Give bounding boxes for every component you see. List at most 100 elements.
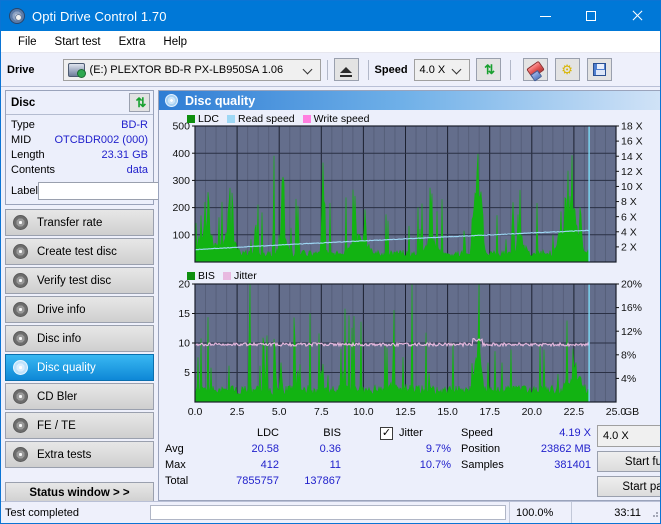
sidebar-item-extra-tests[interactable]: Extra tests <box>5 441 154 468</box>
minimize-button[interactable] <box>522 1 568 31</box>
app-disc-icon <box>9 8 25 24</box>
sidebar-item-label: Verify test disc <box>37 274 112 287</box>
title-bar: Opti Drive Control 1.70 <box>1 1 660 31</box>
svg-text:10: 10 <box>178 338 190 350</box>
legend-swatch-read-speed <box>227 115 236 123</box>
svg-text:15.0: 15.0 <box>437 266 458 267</box>
ldc-legend: LDC Read speed Write speed <box>187 113 375 125</box>
drive-select-value: (E:) PLEXTOR BD-R PX-LB950SA 1.06 <box>89 63 284 76</box>
cell-avg-bis: 0.36 <box>319 443 341 455</box>
disc-quality-icon <box>165 94 178 107</box>
menu-help[interactable]: Help <box>154 34 196 50</box>
disc-row-key: Type <box>11 119 35 131</box>
close-icon <box>631 10 643 22</box>
start-part-button[interactable]: Start part <box>597 476 660 497</box>
svg-text:300: 300 <box>172 175 190 187</box>
disc-panel-header: Disc ⇅ <box>6 91 153 115</box>
svg-text:18 X: 18 X <box>621 121 643 133</box>
drive-select[interactable]: (E:) PLEXTOR BD-R PX-LB950SA 1.06 <box>62 58 321 81</box>
eraser-icon <box>525 60 545 79</box>
toolbar-divider-3 <box>509 59 511 80</box>
readout-speed-label: Speed <box>461 427 493 439</box>
sidebar-item-cd-bler[interactable]: CD Bler <box>5 383 154 410</box>
jitter-label: Jitter <box>399 427 423 439</box>
svg-text:20.0: 20.0 <box>522 406 543 418</box>
disc-row-length: Length 23.31 GB <box>11 148 148 163</box>
sidebar-item-label: Transfer rate <box>37 216 103 229</box>
svg-text:200: 200 <box>172 202 190 214</box>
menu-start-test[interactable]: Start test <box>46 34 110 50</box>
disc-refresh-button[interactable]: ⇅ <box>129 93 150 112</box>
svg-text:5.0: 5.0 <box>272 406 287 418</box>
toolbar-divider-2 <box>367 59 369 80</box>
row-label-max: Max <box>165 459 186 471</box>
refresh-button[interactable]: ⇅ <box>475 58 501 81</box>
sidebar-item-fe-te[interactable]: FE / TE <box>5 412 154 439</box>
start-full-button[interactable]: Start full <box>597 451 660 472</box>
sidebar-item-label: Drive info <box>37 303 86 316</box>
readout-speed: Speed 4.19 X <box>461 425 591 441</box>
svg-text:12%: 12% <box>621 326 642 338</box>
menu-extra[interactable]: Extra <box>110 34 155 50</box>
table-row: Total 7855757 137867 <box>165 473 451 489</box>
page-title: Disc quality <box>185 93 256 108</box>
sidebar-item-label: Create test disc <box>37 245 117 258</box>
test-speed-select[interactable]: 4.0 X <box>597 425 660 447</box>
svg-text:10.0: 10.0 <box>353 266 374 267</box>
table-row: Avg 20.58 0.36 9.7% <box>165 441 451 457</box>
svg-text:5: 5 <box>184 367 190 379</box>
sidebar: Disc ⇅ Type BD-R MID OTCBDR002 (000) Len… <box>1 87 194 504</box>
speed-label: Speed <box>374 63 408 76</box>
svg-text:2 X: 2 X <box>621 241 637 253</box>
chevron-down-icon <box>453 65 462 74</box>
disc-icon <box>13 331 28 346</box>
sidebar-item-drive-info[interactable]: Drive info <box>5 296 154 323</box>
svg-text:GB: GB <box>624 406 639 418</box>
maximize-button[interactable] <box>568 1 614 31</box>
disc-panel-title: Disc <box>11 96 36 109</box>
jitter-checkbox[interactable]: ✓ <box>380 426 393 440</box>
body: Disc ⇅ Type BD-R MID OTCBDR002 (000) Len… <box>1 87 660 504</box>
sidebar-item-disc-quality[interactable]: Disc quality <box>5 354 154 381</box>
disc-row-key: Length <box>11 149 45 161</box>
svg-text:20%: 20% <box>621 279 642 291</box>
disc-quality-panel: Disc quality LDC Read speed Write speed <box>158 90 660 501</box>
progress-percent: 100.0% <box>509 501 571 523</box>
svg-text:2.5: 2.5 <box>230 406 245 418</box>
sidebar-item-label: CD Bler <box>37 390 78 403</box>
svg-text:12.5: 12.5 <box>395 406 416 418</box>
resize-grip-icon[interactable] <box>649 508 659 518</box>
sidebar-item-verify-test-disc[interactable]: Verify test disc <box>5 267 154 294</box>
sidebar-item-disc-info[interactable]: Disc info <box>5 325 154 352</box>
readout-samples-value: 381401 <box>554 459 591 471</box>
disc-row-value: BD-R <box>121 119 148 131</box>
close-button[interactable] <box>614 1 660 31</box>
chevron-down-icon <box>304 65 313 74</box>
sidebar-item-transfer-rate[interactable]: Transfer rate <box>5 209 154 236</box>
erase-button[interactable] <box>522 58 548 81</box>
save-button[interactable] <box>586 58 612 81</box>
column-header-ldc: LDC <box>256 427 279 439</box>
disc-icon <box>13 389 28 404</box>
drive-icon <box>67 62 86 78</box>
speed-select-value: 4.0 X <box>419 63 446 76</box>
eject-button[interactable] <box>333 58 359 81</box>
tools-button[interactable]: ⚙ <box>554 58 580 81</box>
svg-text:12.5: 12.5 <box>395 266 416 267</box>
sidebar-item-create-test-disc[interactable]: Create test disc <box>5 238 154 265</box>
svg-text:22.5: 22.5 <box>564 406 585 418</box>
svg-text:15: 15 <box>178 308 190 320</box>
disc-row-type: Type BD-R <box>11 118 148 133</box>
column-header-bis: BIS <box>323 427 341 439</box>
speed-select[interactable]: 4.0 X <box>413 58 470 81</box>
disc-rows: Type BD-R MID OTCBDR002 (000) Length 23.… <box>6 115 194 204</box>
disc-row-value: data <box>126 164 148 176</box>
minimize-icon <box>539 15 551 17</box>
cell-max-jitter: 10.7% <box>419 459 451 471</box>
disc-row-key: Contents <box>11 164 56 176</box>
disc-label-key: Label <box>11 184 38 197</box>
svg-text:0.0: 0.0 <box>188 266 203 267</box>
menu-file[interactable]: File <box>9 34 46 50</box>
svg-text:14 X: 14 X <box>621 151 643 163</box>
elapsed-time: 33:11 <box>571 501 649 523</box>
